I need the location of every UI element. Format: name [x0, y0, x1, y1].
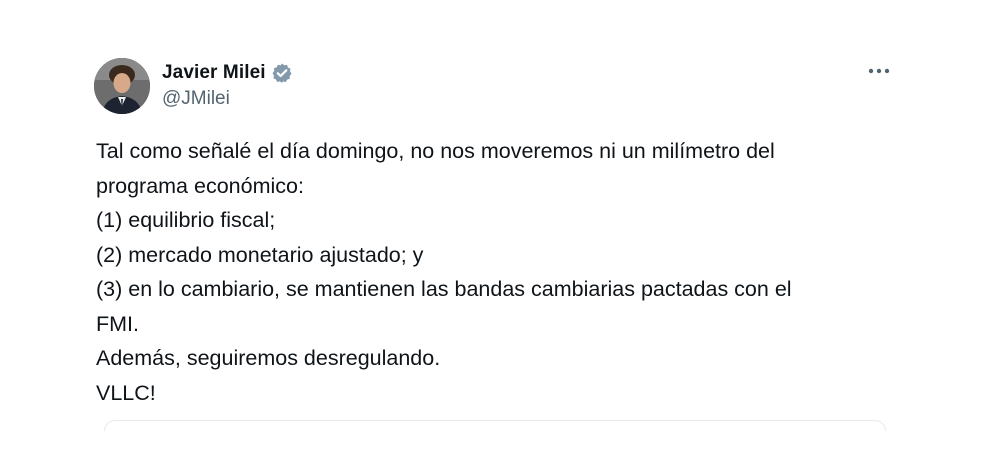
tweet-text-line: Además, seguiremos desregulando. [96, 346, 441, 370]
author-name-row[interactable]: Javier Milei [162, 62, 293, 84]
tweet-text-line: (2) mercado monetario ajustado; y [96, 242, 424, 267]
tweet-text: Tal como señalé el día domingo, no nos m… [96, 134, 906, 410]
verified-badge-icon [271, 62, 293, 84]
tweet-text-line: programa económico: [96, 173, 304, 198]
more-options-icon[interactable] [866, 62, 892, 80]
tweet-card: Javier Milei @JMilei Tal como señalé el … [0, 0, 992, 451]
author-name[interactable]: Javier Milei [162, 62, 266, 84]
tweet-text-line: FMI. [96, 311, 139, 336]
tweet-text-line: VLLC! [96, 380, 156, 405]
tweet-text-line: Tal como señalé el día domingo, no nos m… [96, 139, 775, 163]
tweet-text-line: (1) equilibrio fiscal; [96, 208, 276, 232]
avatar[interactable] [94, 58, 150, 114]
tweet-text-line: (3) en lo cambiario, se mantienen las ba… [96, 277, 792, 301]
author-handle[interactable]: @JMilei [162, 88, 230, 110]
embedded-card-edge [104, 420, 886, 431]
